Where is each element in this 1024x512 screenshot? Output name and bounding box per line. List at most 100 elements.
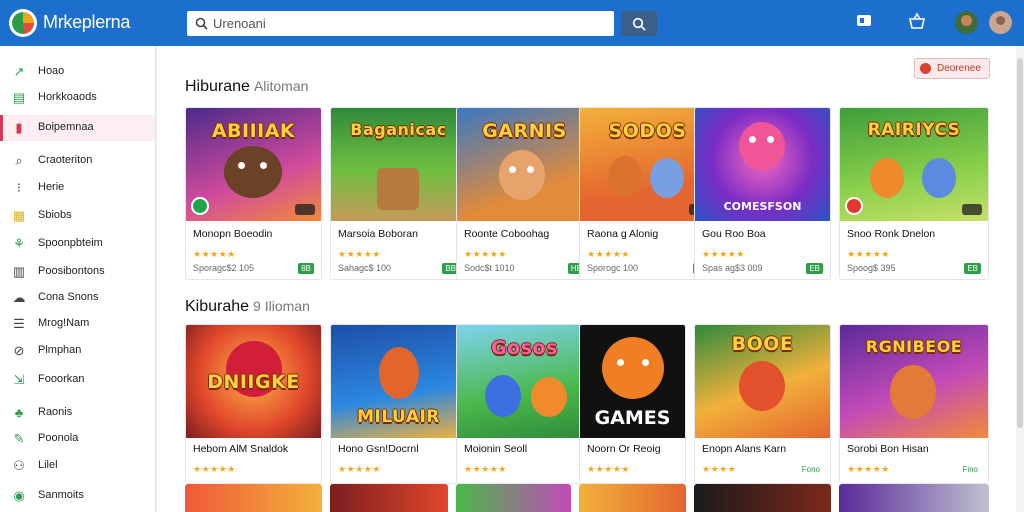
brush-icon: ✎ [13,431,25,446]
price-tag: 8B [298,263,314,274]
sidebar-item-shield[interactable]: ⊘ Plmphan [0,338,155,364]
game-meta: Sodc$t 1010 [464,263,515,273]
game-card-partial[interactable] [185,484,322,512]
grid-icon: ⁝ [16,180,22,195]
export-icon: ⇲ [13,372,25,387]
list-icon: ▥ [12,264,26,279]
growth-icon: ↗ [13,64,25,79]
sidebar-item-spark[interactable]: ⚘ Spoonpbteim [0,231,155,257]
sidebar-item-settings[interactable]: ◉ Sanmoits [0,483,155,509]
search-button[interactable] [621,11,657,36]
game-meta: Sporagc$2 105 [193,263,255,273]
game-title: Hebom AlM Snaldok [193,443,289,455]
game-thumbnail: COMESFSON [695,108,830,221]
cloud-icon: ☁ [12,290,26,305]
rating-stars: ★★★★★ [464,464,507,474]
filter-button[interactable]: Deorenee [914,58,990,79]
sidebar-item-list[interactable]: ▥ Poosibontons [0,259,155,285]
game-thumbnail: GARNIS [457,108,592,221]
rating-stars: ★★★★★ [338,249,381,259]
sidebar-item-leaf[interactable]: ♣ Raonis [0,400,155,426]
game-title: Monopn Boeodin [193,228,273,240]
price-tag: Fono [801,465,820,474]
game-title: Sorobi Bon Hisan [847,443,929,455]
rating-stars: ★★★★★ [338,464,381,474]
game-card[interactable]: Baganicac Marsoia Boboran ★★★★★ Sahagc$ … [330,107,467,280]
game-thumbnail: BOOE [695,325,830,438]
game-card[interactable]: GARNIS Roonte Coboohag ★★★★★ Sodc$t 1010… [456,107,593,280]
marketplace-logo-icon[interactable] [9,9,37,37]
price-tag: EB [806,263,823,274]
leaf-icon: ♣ [14,405,24,420]
search-input[interactable] [213,14,603,33]
section-title: Kiburahe 9 Ilioman [185,298,310,315]
sidebar-item-cloud[interactable]: ☁ Cona Snons [0,285,155,311]
rating-stars: ★★★★★ [193,249,236,259]
game-card-partial[interactable] [694,484,831,512]
top-bar: Mrkeplerna [0,0,1024,46]
game-title: Snoo Ronk Dnelon [847,228,936,240]
shield-icon: ⊘ [13,343,25,358]
game-card-partial[interactable] [330,484,448,512]
game-card[interactable]: RAIRIYCS Snoo Ronk Dnelon ★★★★★ Spoog$ 3… [839,107,989,280]
price-tag: Fino [962,465,978,474]
game-card[interactable]: Gosos Moionin Seoll ★★★★★ [456,324,593,484]
sidebar-item-search[interactable]: ⌕ Craoteriton [0,148,155,174]
profile-avatar[interactable] [989,11,1012,34]
rating-stars: ★★★★★ [587,464,630,474]
game-thumbnail: GAMES [580,325,685,438]
game-card[interactable]: MILUAIR Hono Gsn!Docrnl ★★★★★ [330,324,467,484]
sidebar-item-people[interactable]: ⚇ Lilel [0,453,155,479]
game-title: Raona g Alonig [587,228,659,240]
rating-stars: ★★★★★ [847,464,890,474]
sidebar-item-brush[interactable]: ✎ Poonola [0,426,155,452]
scrollbar-thumb[interactable] [1017,58,1023,428]
rating-stars: ★★★★★ [193,464,236,474]
game-card-partial[interactable] [579,484,686,512]
game-meta: Spas ag$3 009 [702,263,763,273]
game-card[interactable]: DNIIGKE Hebom AlM Snaldok ★★★★★ [185,324,322,484]
game-title: Gou Roo Boa [702,228,766,240]
sidebar-item-active[interactable]: ▮ Boipemnaa [0,115,155,141]
user-avatar[interactable] [955,11,978,34]
game-thumbnail: DNIIGKE [186,325,321,438]
game-card-partial[interactable] [456,484,571,512]
sidebar-item-document[interactable]: ☰ Mrog!Nam [0,311,155,337]
rating-stars: ★★★★★ [847,249,890,259]
spark-icon: ⚘ [13,236,25,251]
cart-icon[interactable] [907,12,927,32]
game-card[interactable]: RGNIBEOE Sorobi Bon Hisan ★★★★★ Fino [839,324,989,484]
sidebar-item-home[interactable]: ↗ Hoao [0,59,155,85]
rating-stars: ★★★★★ [702,249,745,259]
sidebar-item-export[interactable]: ⇲ Fooorkan [0,367,155,393]
game-card-partial[interactable] [839,484,989,512]
rating-stars: ★★★★★ [587,249,630,259]
game-card[interactable]: GAMES Noorn Or Reoig ★★★★★ [579,324,686,484]
game-card[interactable]: COMESFSON Gou Roo Boa ★★★★★ Spas ag$3 00… [694,107,831,280]
game-title: Marsoia Boboran [338,228,418,240]
price-tag: EB [964,263,981,274]
bookmark-tab-icon[interactable] [856,12,872,28]
sidebar-item-store[interactable]: ▤ Horkkoaods [0,85,155,111]
search-box[interactable] [187,11,614,36]
badge-icon [962,204,982,215]
game-thumbnail: Baganicac [331,108,466,221]
document-icon: ☰ [13,316,25,331]
brand-name[interactable]: Mrkeplerna [43,12,130,33]
apps-icon: ▦ [12,208,26,223]
people-icon: ⚇ [13,458,25,473]
game-card[interactable]: BOOE Enopn Alans Karn ★★★★ Fono [694,324,831,484]
play-icon [191,197,209,215]
game-card[interactable]: ABIIIAK Monopn Boeodin ★★★★★ Sporagc$2 1… [185,107,322,280]
scrollbar[interactable] [1016,46,1024,512]
sidebar: ↗ Hoao ▤ Horkkoaods ▮ Boipemnaa ⌕ Craoterito… [0,46,156,512]
rating-stars: ★★★★★ [464,249,507,259]
game-thumbnail: Gosos [457,325,592,438]
sidebar-item-apps[interactable]: ▦ Sbiobs [0,203,155,229]
sidebar-item-grid[interactable]: ⁝ Herie [0,175,155,201]
badge-icon [295,204,315,215]
rating-stars: ★★★★ [702,464,737,474]
game-title: Noorn Or Reoig [587,443,661,455]
game-thumbnail: MILUAIR [331,325,466,438]
game-title: Hono Gsn!Docrnl [338,443,419,455]
